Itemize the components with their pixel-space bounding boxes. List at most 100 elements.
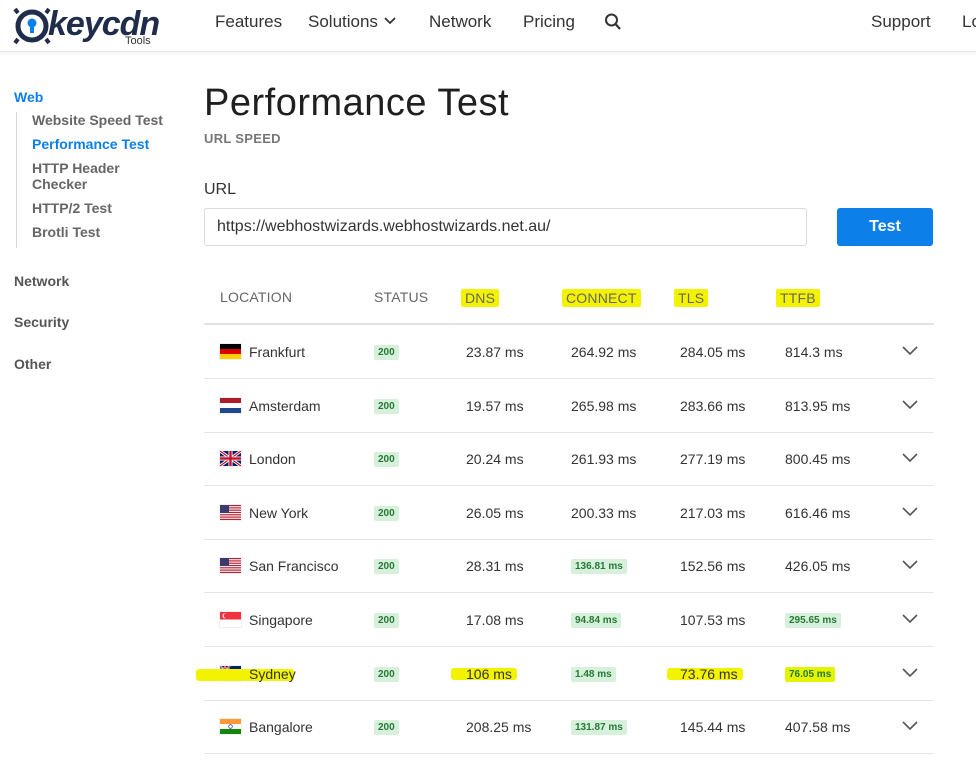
row-tls: 107.53 ms <box>680 612 746 628</box>
status-badge: 200 <box>374 613 399 628</box>
expand-chevron-icon[interactable] <box>902 346 918 356</box>
row-connect: 265.98 ms <box>571 397 637 414</box>
sidebar-category-web[interactable]: Web <box>14 89 43 105</box>
flag-nl-icon <box>220 397 241 413</box>
sidebar-item-http2-test[interactable]: HTTP/2 Test <box>32 200 166 216</box>
ttfb-fast-badge: 295.65 ms <box>785 613 841 628</box>
expand-chevron-icon[interactable] <box>902 721 918 731</box>
nav-solutions-label: Solutions <box>308 12 378 31</box>
row-tls: 152.56 ms <box>680 558 746 575</box>
row-tls: 73.76 ms <box>680 665 738 682</box>
nav-solutions[interactable]: Solutions <box>308 12 396 32</box>
row-tls: 217.03 ms <box>680 504 746 521</box>
flag-us-icon <box>220 504 241 520</box>
column-header-dns: DNS <box>461 289 500 307</box>
row-dns: 20.24 ms <box>466 451 524 468</box>
row-location: New York <box>249 504 309 521</box>
expand-chevron-icon[interactable] <box>902 400 918 410</box>
connect-fast-badge: 94.84 ms <box>571 613 622 628</box>
result-row-new-york[interactable]: New York 200 26.05 ms 200.33 ms 217.03 ms 616… <box>204 486 934 540</box>
nav-network[interactable]: Network <box>429 12 491 32</box>
row-ttfb: 813.95 ms <box>785 397 851 414</box>
row-tls: 284.05 ms <box>680 344 746 360</box>
connect-fast-badge: 1.48 ms <box>571 666 616 682</box>
row-location: London <box>249 451 296 468</box>
column-header-location: LOCATION <box>220 289 293 305</box>
flag-us-icon <box>220 558 241 574</box>
page-title: Performance Test <box>204 82 510 124</box>
row-connect: 264.92 ms <box>571 344 637 360</box>
status-badge: 200 <box>374 666 399 682</box>
expand-chevron-icon[interactable] <box>902 560 918 570</box>
row-connect: 261.93 ms <box>571 451 637 468</box>
url-input[interactable] <box>204 208 807 246</box>
row-tls: 277.19 ms <box>680 451 746 468</box>
result-row-sydney[interactable]: Sydney 200 106 ms 1.48 ms 73.76 ms 76.05 ms <box>196 647 934 701</box>
result-row-amsterdam[interactable]: Amsterdam 200 19.57 ms 265.98 ms 283.66 ms 81… <box>204 379 934 433</box>
search-icon[interactable] <box>604 12 622 32</box>
expand-chevron-icon[interactable] <box>902 614 918 624</box>
row-ttfb: 800.45 ms <box>785 451 851 468</box>
key-logo-icon <box>13 7 51 45</box>
test-button[interactable]: Test <box>837 208 933 246</box>
row-dns: 106 ms <box>466 665 512 682</box>
result-row-singapore[interactable]: Singapore 200 17.08 ms 94.84 ms 107.53 ms 295… <box>204 593 934 647</box>
expand-chevron-icon[interactable] <box>902 453 918 463</box>
status-badge: 200 <box>374 398 399 414</box>
row-dns: 208.25 ms <box>466 719 532 736</box>
row-tls: 283.66 ms <box>680 397 746 414</box>
flag-de-icon <box>220 344 241 359</box>
row-location: Singapore <box>249 612 313 628</box>
row-ttfb: 426.05 ms <box>785 558 851 575</box>
column-header-tls: TLS <box>674 289 709 307</box>
expand-chevron-icon[interactable] <box>902 668 918 678</box>
flag-gb-icon <box>220 451 241 467</box>
row-dns: 28.31 ms <box>466 558 524 575</box>
sidebar-web-links: Website Speed Test Performance Test HTTP… <box>16 112 166 248</box>
logo-subtext: Tools <box>125 35 151 47</box>
sidebar-category-network[interactable]: Network <box>14 273 69 289</box>
nav-features[interactable]: Features <box>215 12 282 32</box>
row-ttfb: 616.46 ms <box>785 504 851 521</box>
row-connect: 200.33 ms <box>571 504 637 521</box>
row-dns: 19.57 ms <box>466 397 524 414</box>
status-badge: 200 <box>374 720 399 736</box>
sidebar-item-http-header-checker[interactable]: HTTP Header Checker <box>32 160 142 192</box>
status-badge: 200 <box>374 505 399 521</box>
ttfb-fast-badge: 76.05 ms <box>785 666 836 682</box>
chevron-down-icon <box>384 17 396 25</box>
flag-in-icon <box>220 719 241 735</box>
flag-sg-icon <box>220 612 241 627</box>
nav-support[interactable]: Support <box>871 12 931 32</box>
column-header-connect: CONNECT <box>562 289 641 307</box>
nav-pricing[interactable]: Pricing <box>523 12 575 32</box>
row-location: Frankfurt <box>249 344 306 360</box>
row-location: Sydney <box>249 665 296 682</box>
row-ttfb: 814.3 ms <box>785 344 843 360</box>
result-row-frankfurt[interactable]: Frankfurt 200 23.87 ms 264.92 ms 284.05 ms 81… <box>204 325 934 379</box>
keycdn-logo[interactable]: keycdn Tools <box>12 4 162 48</box>
url-label: URL <box>204 181 237 198</box>
row-location: San Francisco <box>249 558 339 575</box>
status-badge: 200 <box>374 559 399 575</box>
result-row-london[interactable]: London 200 20.24 ms 261.93 ms 277.19 ms 800.4… <box>204 432 934 487</box>
nav-login[interactable]: Lo <box>962 12 976 32</box>
sidebar-category-other[interactable]: Other <box>14 356 51 372</box>
result-row-bangalore[interactable]: Bangalore 200 208.25 ms 131.87 ms 145.44 ms 4… <box>204 700 934 755</box>
sidebar-item-website-speed-test[interactable]: Website Speed Test <box>32 112 166 128</box>
status-badge: 200 <box>374 345 399 360</box>
column-header-status: STATUS <box>374 289 429 305</box>
connect-fast-badge: 131.87 ms <box>571 720 627 736</box>
expand-chevron-icon[interactable] <box>902 507 918 517</box>
connect-fast-badge: 136.81 ms <box>571 559 627 575</box>
row-dns: 26.05 ms <box>466 504 524 521</box>
sidebar-item-performance-test[interactable]: Performance Test <box>32 136 166 152</box>
sidebar-category-security[interactable]: Security <box>14 314 69 330</box>
row-ttfb: 407.58 ms <box>785 719 851 736</box>
row-dns: 17.08 ms <box>466 612 524 628</box>
status-badge: 200 <box>374 452 399 468</box>
result-row-san-francisco[interactable]: San Francisco 200 28.31 ms 136.81 ms 152.56 … <box>204 539 934 594</box>
row-dns: 23.87 ms <box>466 344 524 360</box>
row-location: Bangalore <box>249 719 313 736</box>
sidebar-item-brotli-test[interactable]: Brotli Test <box>32 224 166 240</box>
